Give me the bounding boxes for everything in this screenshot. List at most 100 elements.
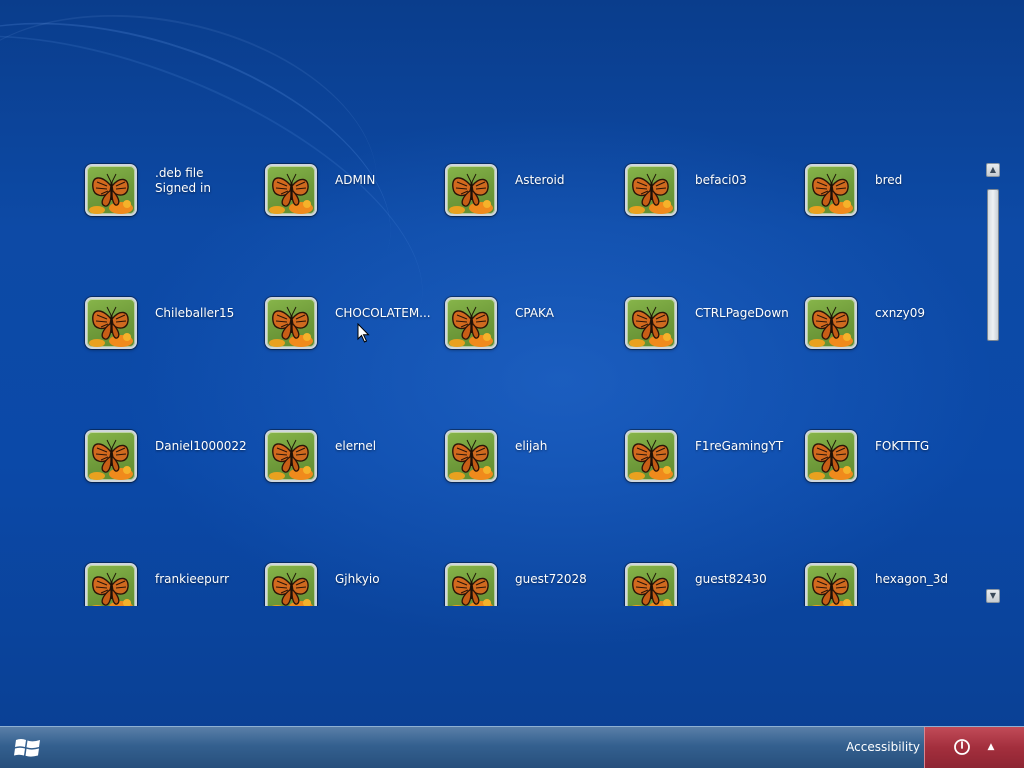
user-name: frankieepurr (155, 572, 259, 587)
user-avatar[interactable] (85, 297, 137, 349)
user-avatar[interactable] (625, 430, 677, 482)
user-tile[interactable]: hexagon_3d (802, 559, 982, 606)
user-name-label: cxnzy09 (875, 306, 925, 320)
user-name-label: ADMIN (335, 173, 376, 187)
butterfly-avatar-icon (271, 572, 313, 606)
power-icon[interactable] (953, 738, 971, 756)
power-options-arrow[interactable]: ▲ (985, 739, 997, 755)
user-avatar[interactable] (445, 164, 497, 216)
user-avatar[interactable] (265, 164, 317, 216)
user-avatar[interactable] (265, 297, 317, 349)
user-avatar[interactable] (85, 164, 137, 216)
power-controls: ▲ (924, 727, 1024, 768)
user-avatar[interactable] (85, 430, 137, 482)
user-tile[interactable]: F1reGamingYT (622, 426, 802, 559)
user-name: CTRLPageDown (695, 306, 799, 321)
user-name: guest72028 (515, 572, 619, 587)
scroll-thumb[interactable] (987, 189, 999, 341)
user-name-label: hexagon_3d (875, 572, 949, 586)
user-avatar[interactable] (625, 563, 677, 606)
user-name-label: Chileballer15 (155, 306, 235, 320)
user-name-label: elernel (335, 439, 377, 453)
user-tiles-viewport: .deb file Signed in ADMIN Asteroid befaci… (82, 160, 982, 606)
user-tile[interactable]: befaci03 (622, 160, 802, 293)
user-name-label: CPAKA (515, 306, 554, 320)
butterfly-avatar-icon (269, 439, 313, 480)
vertical-scrollbar[interactable]: ▲ ▼ (986, 163, 1000, 605)
user-avatar[interactable] (445, 563, 497, 606)
user-name: elijah (515, 439, 619, 454)
user-name: hexagon_3d (875, 572, 979, 587)
user-name: CHOCOLATEM... (335, 306, 439, 321)
butterfly-avatar-icon (631, 572, 673, 606)
user-name: guest82430 (695, 572, 799, 587)
user-avatar[interactable] (805, 430, 857, 482)
user-tile[interactable]: .deb file Signed in (82, 160, 262, 293)
user-tiles-grid: .deb file Signed in ADMIN Asteroid befaci… (82, 160, 982, 606)
butterfly-avatar-icon (629, 173, 673, 214)
user-name: befaci03 (695, 173, 799, 188)
butterfly-avatar-icon (89, 306, 133, 347)
user-tile[interactable]: bred (802, 160, 982, 293)
user-tile[interactable]: guest82430 (622, 559, 802, 606)
user-name-label: CHOCOLATEM... (335, 306, 431, 320)
user-name: Asteroid (515, 173, 619, 188)
user-tile[interactable]: Asteroid (442, 160, 622, 293)
user-tile[interactable]: ADMIN (262, 160, 442, 293)
user-tile[interactable]: Daniel1000022 (82, 426, 262, 559)
butterfly-avatar-icon (89, 173, 133, 214)
user-avatar[interactable] (625, 297, 677, 349)
user-avatar[interactable] (805, 563, 857, 606)
user-name: Chileballer15 (155, 306, 259, 321)
user-avatar[interactable] (265, 430, 317, 482)
user-avatar[interactable] (445, 430, 497, 482)
scroll-down-button[interactable]: ▼ (986, 589, 1000, 603)
butterfly-avatar-icon (809, 439, 853, 480)
user-tile[interactable]: frankieepurr (82, 559, 262, 606)
bottom-bar: Accessibility ▲ (0, 726, 1024, 768)
butterfly-avatar-icon (809, 306, 853, 347)
user-name-label: F1reGamingYT (695, 439, 784, 453)
user-name-label: Asteroid (515, 173, 565, 187)
user-tile[interactable]: FOKTTTG (802, 426, 982, 559)
user-name: cxnzy09 (875, 306, 979, 321)
user-name-label: befaci03 (695, 173, 747, 187)
user-name-label: guest82430 (695, 572, 767, 586)
user-name-label: CTRLPageDown (695, 306, 789, 320)
user-tile[interactable]: CHOCOLATEM... (262, 293, 442, 426)
user-tile[interactable]: CPAKA (442, 293, 622, 426)
user-name: bred (875, 173, 979, 188)
user-tile[interactable]: Chileballer15 (82, 293, 262, 426)
user-avatar[interactable] (85, 563, 137, 606)
butterfly-avatar-icon (449, 306, 493, 347)
user-name-label: Gjhkyio (335, 572, 380, 586)
user-tile[interactable]: elernel (262, 426, 442, 559)
scroll-up-button[interactable]: ▲ (986, 163, 1000, 177)
user-name-label: .deb file (155, 166, 204, 180)
user-name: Daniel1000022 (155, 439, 259, 454)
user-status-label: Signed in (155, 181, 211, 195)
user-avatar[interactable] (265, 563, 317, 606)
user-avatar[interactable] (805, 297, 857, 349)
user-tile[interactable]: Gjhkyio (262, 559, 442, 606)
butterfly-avatar-icon (91, 572, 133, 606)
butterfly-avatar-icon (809, 173, 853, 214)
user-name-label: elijah (515, 439, 548, 453)
windows-logo-icon[interactable] (14, 736, 42, 760)
user-tile[interactable]: CTRLPageDown (622, 293, 802, 426)
user-tile[interactable]: elijah (442, 426, 622, 559)
user-avatar[interactable] (625, 164, 677, 216)
user-avatar[interactable] (445, 297, 497, 349)
user-name: F1reGamingYT (695, 439, 799, 454)
user-name: Gjhkyio (335, 572, 439, 587)
user-name-label: frankieepurr (155, 572, 230, 586)
butterfly-avatar-icon (811, 572, 853, 606)
mouse-cursor-icon (357, 323, 370, 343)
user-tile[interactable]: guest72028 (442, 559, 622, 606)
user-tile[interactable]: cxnzy09 (802, 293, 982, 426)
accessibility-button[interactable]: Accessibility (830, 739, 920, 755)
user-avatar[interactable] (805, 164, 857, 216)
butterfly-avatar-icon (269, 306, 313, 347)
user-name: elernel (335, 439, 439, 454)
user-name: CPAKA (515, 306, 619, 321)
